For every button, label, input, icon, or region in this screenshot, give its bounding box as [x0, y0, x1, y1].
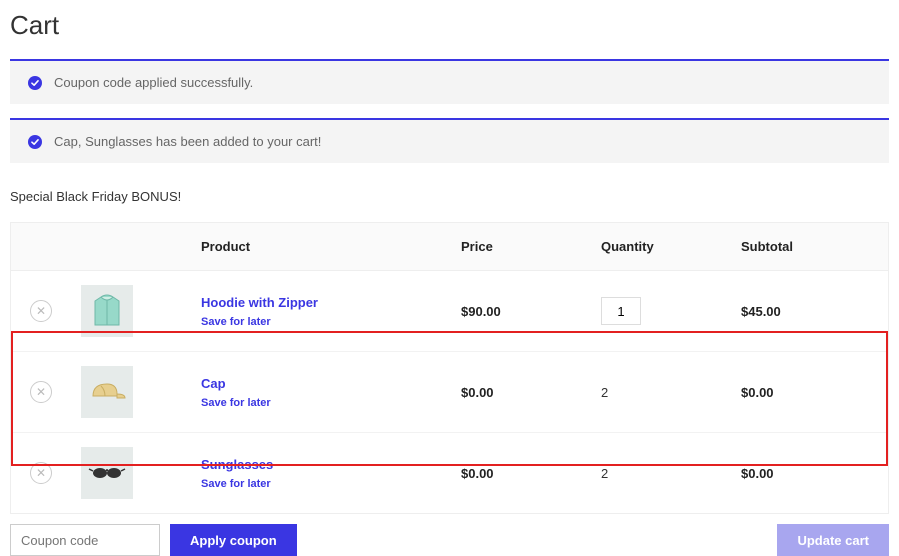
subtotal-value: $45.00: [741, 304, 781, 319]
check-circle-icon: [28, 135, 42, 149]
product-link[interactable]: Cap: [201, 376, 226, 391]
cap-icon: [87, 372, 127, 412]
product-link[interactable]: Sunglasses: [201, 457, 273, 472]
close-icon: ✕: [36, 467, 46, 479]
product-thumbnail[interactable]: [81, 447, 133, 499]
table-row: ✕ Hoodie with Zipper Save for later: [11, 271, 888, 352]
alert-coupon-applied: Coupon code applied successfully.: [10, 59, 889, 104]
price-value: $0.00: [461, 466, 494, 481]
table-row: ✕ Cap Save for later $0: [11, 352, 888, 433]
price-value: $0.00: [461, 385, 494, 400]
close-icon: ✕: [36, 305, 46, 317]
quantity-input[interactable]: [601, 297, 641, 325]
hoodie-icon: [87, 291, 127, 331]
remove-button[interactable]: ✕: [30, 381, 52, 403]
close-icon: ✕: [36, 386, 46, 398]
page-title: Cart: [0, 0, 899, 59]
product-thumbnail[interactable]: [81, 285, 133, 337]
col-header-price: Price: [451, 223, 591, 271]
apply-coupon-button[interactable]: Apply coupon: [170, 524, 297, 556]
coupon-input[interactable]: [10, 524, 160, 556]
quantity-value: 2: [601, 385, 608, 400]
alert-text: Cap, Sunglasses has been added to your c…: [54, 134, 321, 149]
sunglasses-icon: [87, 453, 127, 493]
col-header-product: Product: [191, 223, 451, 271]
check-circle-icon: [28, 76, 42, 90]
update-cart-button[interactable]: Update cart: [777, 524, 889, 556]
remove-button[interactable]: ✕: [30, 462, 52, 484]
price-value: $90.00: [461, 304, 501, 319]
subtotal-value: $0.00: [741, 466, 774, 481]
alert-text: Coupon code applied successfully.: [54, 75, 253, 90]
cart-actions: Apply coupon Update cart: [10, 524, 889, 556]
cart-table: Product Price Quantity Subtotal ✕: [11, 223, 888, 513]
save-for-later-link[interactable]: Save for later: [201, 478, 441, 490]
alert-items-added: Cap, Sunglasses has been added to your c…: [10, 118, 889, 163]
product-thumbnail[interactable]: [81, 366, 133, 418]
remove-button[interactable]: ✕: [30, 300, 52, 322]
save-for-later-link[interactable]: Save for later: [201, 397, 441, 409]
col-header-subtotal: Subtotal: [731, 223, 888, 271]
col-header-qty: Quantity: [591, 223, 731, 271]
quantity-value: 2: [601, 466, 608, 481]
table-row: ✕ Sunglasses: [11, 433, 888, 514]
product-link[interactable]: Hoodie with Zipper: [201, 295, 318, 310]
save-for-later-link[interactable]: Save for later: [201, 316, 441, 328]
bonus-text: Special Black Friday BONUS!: [10, 189, 889, 204]
subtotal-value: $0.00: [741, 385, 774, 400]
cart-table-wrap: Product Price Quantity Subtotal ✕: [10, 222, 889, 514]
